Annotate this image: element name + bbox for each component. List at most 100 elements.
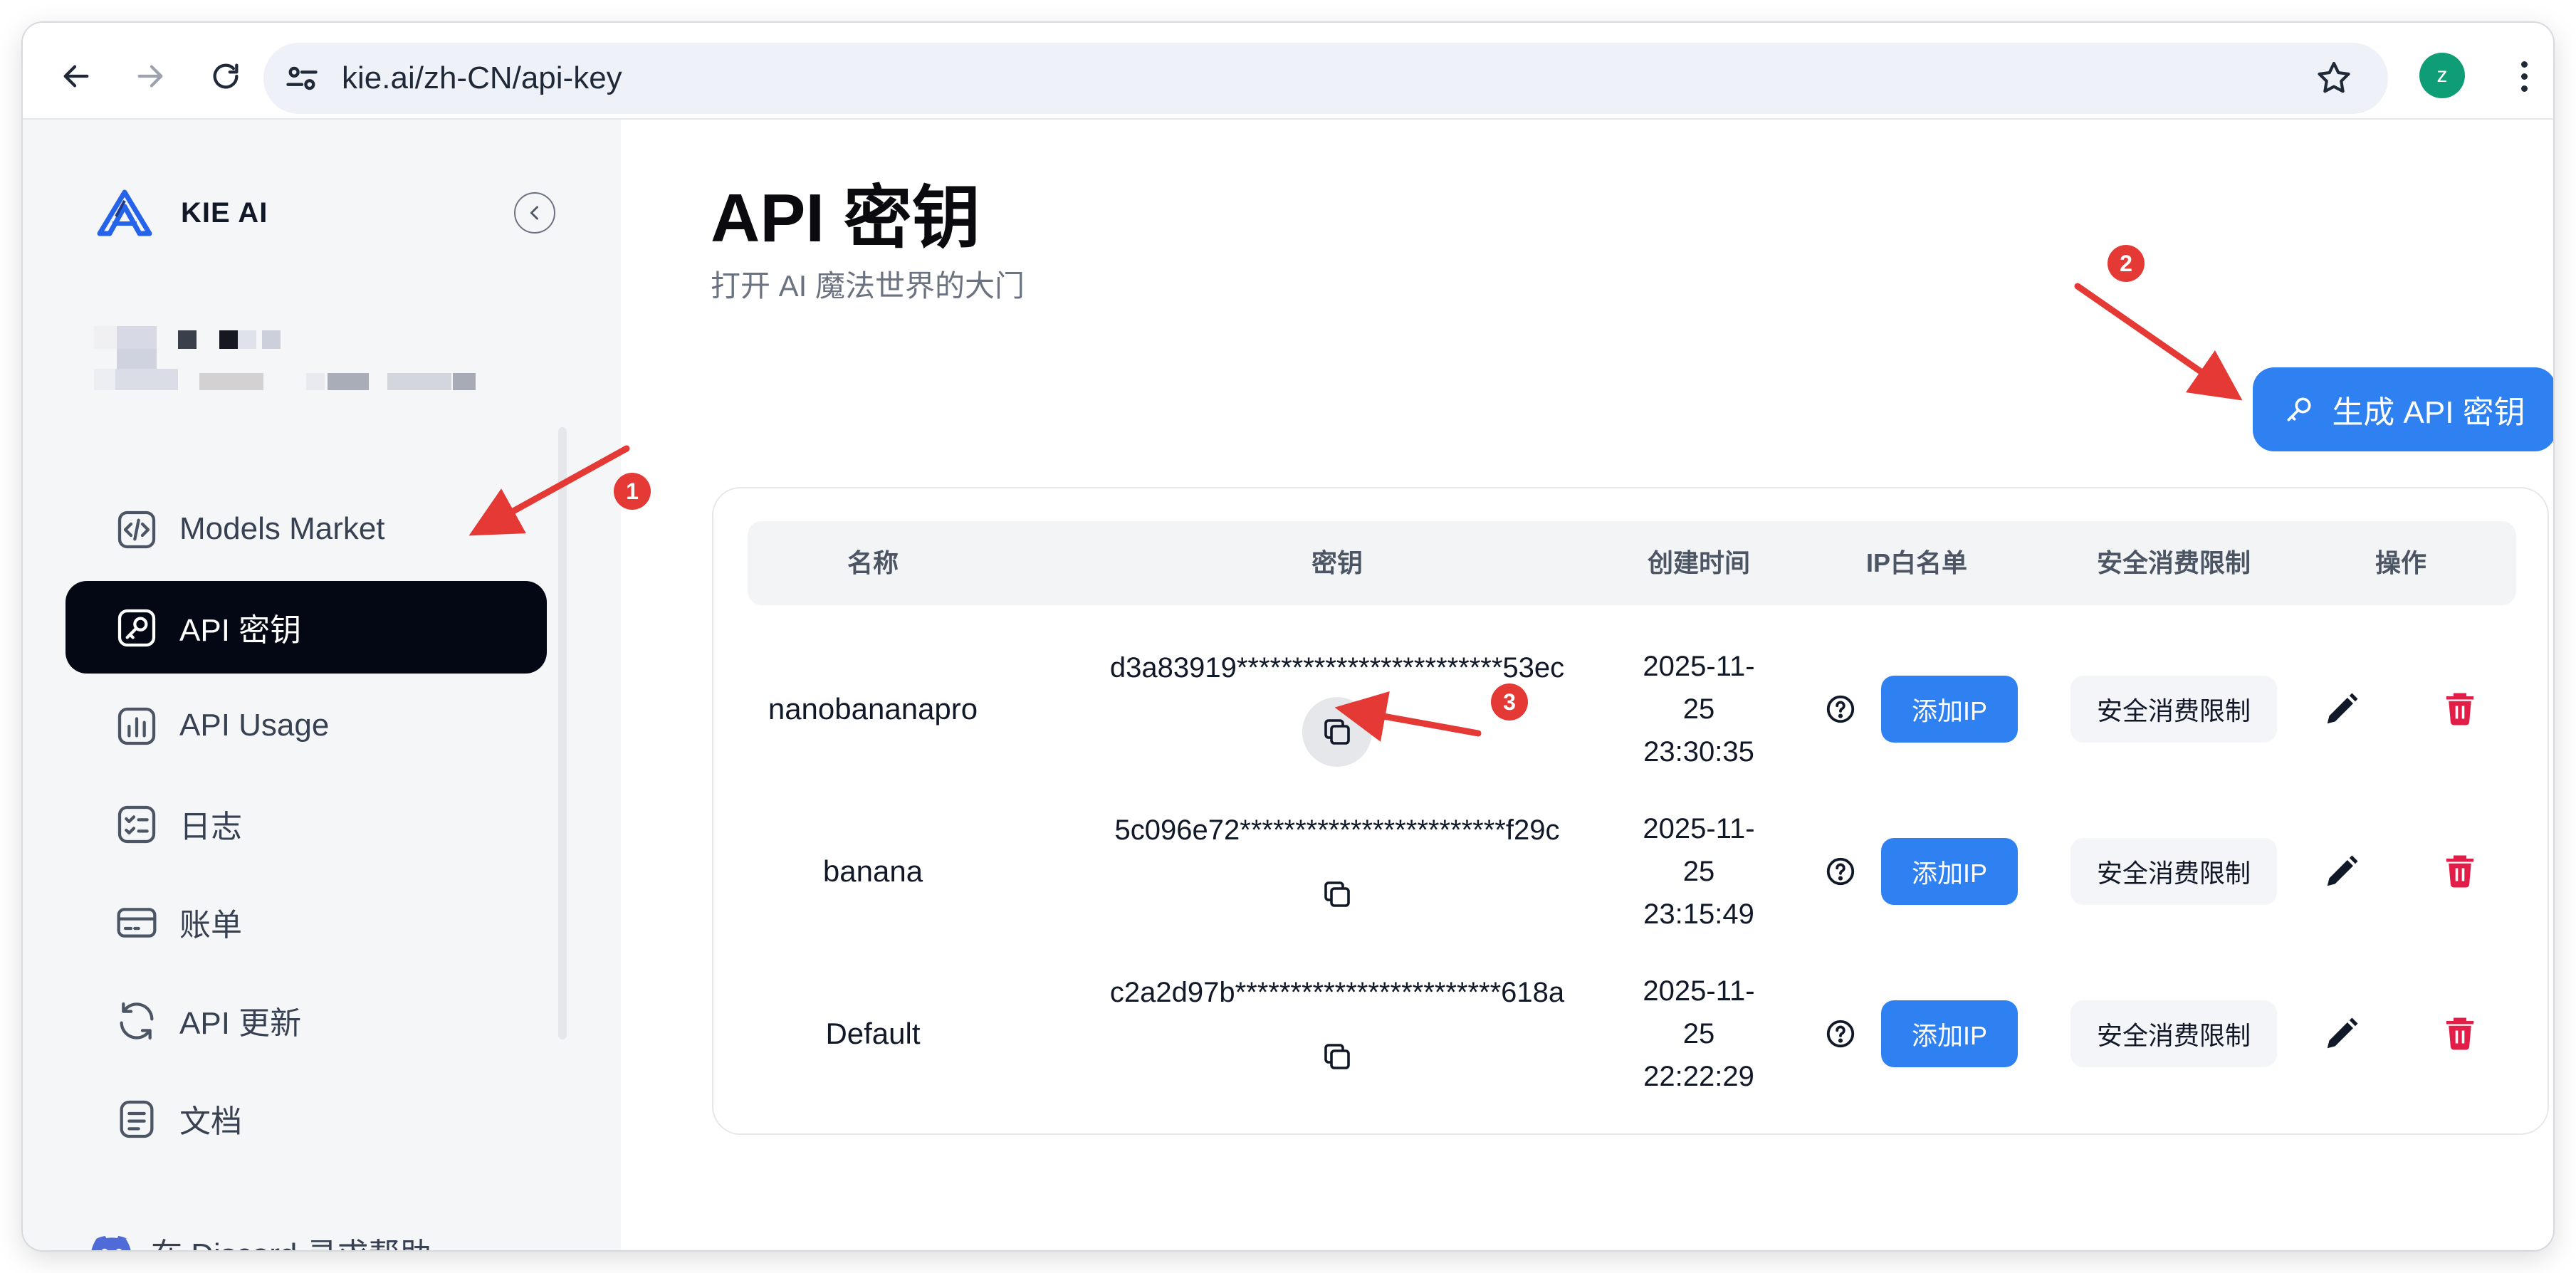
profile-avatar[interactable]: z [2419,53,2465,98]
code-icon [117,510,156,549]
actions-cell [2323,953,2479,1115]
add-ip-button[interactable]: 添加IP [1881,676,2018,743]
url-text[interactable]: kie.ai/zh-CN/api-key [342,60,622,97]
sidebar-item-api-updates[interactable]: API 更新 [66,974,547,1067]
key-icon [117,609,156,647]
ip-whitelist-cell: 添加IP [1824,790,2045,953]
api-keys-table: 名称 密钥 创建时间 IP白名单 安全消费限制 操作 nanobananapro… [712,487,2549,1135]
sidebar-item-label: 日志 [179,810,242,844]
created-clock-part: 22:22:29 [1643,1061,1754,1092]
bookmark-star-icon[interactable] [2314,58,2354,98]
help-icon[interactable] [1824,693,1857,725]
created-day-part: 25 [1682,693,1715,725]
column-header-spending-limit: 安全消费限制 [2096,548,2251,577]
sidebar-item-api-keys[interactable]: API 密钥 [66,581,547,674]
bar-chart-icon [117,707,156,745]
created-day-part: 25 [1682,856,1715,887]
add-ip-button[interactable]: 添加IP [1881,838,2018,905]
sidebar: KIE AI Models Market API 密钥 API Usage 日志… [23,120,621,1250]
sidebar-item-label: 账单 [179,908,242,943]
spending-limit-button[interactable]: 安全消费限制 [2070,838,2277,905]
column-header-created: 创建时间 [1647,548,1750,577]
collapse-sidebar-button[interactable] [514,192,555,234]
discord-icon [91,1235,131,1250]
sidebar-item-billing[interactable]: 账单 [66,876,547,968]
address-bar[interactable]: kie.ai/zh-CN/api-key [263,43,2388,114]
page-subtitle: 打开 AI 魔法世界的大门 [711,269,1025,303]
reload-icon[interactable] [201,51,251,101]
sidebar-item-label: Models Market [179,511,385,546]
created-date-part: 2025-11- [1643,813,1755,844]
generate-api-key-button[interactable]: 生成 API 密钥 [2253,367,2553,451]
created-day-part: 25 [1682,1018,1715,1049]
annotation-badge-2: 2 [2108,245,2145,282]
sidebar-item-label: API 密钥 [179,613,302,648]
created-clock-part: 23:15:49 [1643,899,1754,930]
help-icon[interactable] [1824,855,1857,888]
sidebar-item-logs[interactable]: 日志 [66,777,547,870]
spending-limit-button[interactable]: 安全消费限制 [2070,676,2277,743]
spending-limit-button[interactable]: 安全消费限制 [2070,1000,2277,1067]
copy-key-button[interactable] [1302,859,1372,929]
created-time: 2025-11- 25 23:15:49 [1621,790,1777,953]
masked-key: c2a2d97b************************618a [1109,976,1565,1008]
actions-cell [2323,790,2479,953]
delete-icon[interactable] [2441,1015,2479,1053]
masked-key: d3a83919************************53ec [1109,651,1565,683]
edit-icon[interactable] [2323,852,2361,891]
created-clock-part: 23:30:35 [1643,736,1754,768]
sidebar-item-models-market[interactable]: Models Market [66,483,547,575]
key-cell: 5c096e72************************f29c [1052,790,1622,953]
table-row: Default c2a2d97b************************… [713,953,2548,1115]
brand-name: KIE AI [181,197,268,229]
key-icon [2287,397,2311,421]
copy-key-button[interactable] [1302,696,1372,767]
sidebar-item-label: API Usage [179,708,330,743]
discord-help-label: 在 Discord 寻求帮助 [151,1229,431,1250]
column-header-actions: 操作 [2375,548,2426,577]
sidebar-item-docs[interactable]: 文档 [66,1072,547,1165]
annotation-badge-1: 1 [614,473,651,510]
browser-window: 常办 kie.ai/zh-CN/api-key z [23,23,2553,1250]
refresh-icon [120,1002,154,1040]
column-header-ip-whitelist: IP白名单 [1865,548,1967,577]
page-title: API 密钥 [711,180,980,256]
masked-key: 5c096e72************************f29c [1114,814,1560,846]
copy-key-button[interactable] [1302,1022,1372,1091]
forward-icon[interactable] [125,51,175,101]
chevron-left-icon [530,206,538,220]
brand[interactable]: KIE AI [93,188,268,238]
back-icon[interactable] [51,51,101,101]
sidebar-item-label: 文档 [179,1104,242,1139]
help-icon[interactable] [1824,1017,1857,1050]
copy-icon [1324,718,1350,745]
browser-menu-icon[interactable] [2513,51,2535,101]
main-content: API 密钥 打开 AI 魔法世界的大门 生成 API 密钥 名称 密钥 创建时… [622,120,2553,1250]
edit-icon[interactable] [2323,1015,2361,1053]
actions-cell [2323,628,2479,790]
card-icon [117,908,157,938]
annotation-badge-3: 3 [1491,683,1528,721]
spending-limit-cell: 安全消费限制 [2070,790,2277,953]
edit-icon[interactable] [2323,690,2361,728]
sidebar-item-api-usage[interactable]: API Usage [66,679,547,772]
delete-icon[interactable] [2441,690,2479,728]
ip-whitelist-cell: 添加IP [1824,953,2045,1115]
ip-whitelist-cell: 添加IP [1824,628,2045,790]
delete-icon[interactable] [2441,852,2479,891]
created-time: 2025-11- 25 22:22:29 [1621,953,1777,1115]
key-cell: d3a83919************************53ec [1052,628,1622,790]
document-icon [120,1100,154,1138]
copy-icon [1324,881,1350,907]
generate-api-key-label: 生成 API 密钥 [2332,395,2525,430]
discord-help-link[interactable]: 在 Discord 寻求帮助 [90,1230,431,1250]
kie-logo-icon [97,189,152,236]
sidebar-scrollbar[interactable] [558,427,567,1039]
column-header-key: 密钥 [1311,548,1363,577]
site-settings-icon[interactable] [283,60,320,97]
key-name: nanobananapro [768,692,978,725]
key-name: Default [825,1017,921,1050]
table-header: 名称 密钥 创建时间 IP白名单 安全消费限制 操作 [748,521,2516,605]
add-ip-button[interactable]: 添加IP [1881,1000,2018,1067]
key-cell: c2a2d97b************************618a [1052,953,1622,1115]
